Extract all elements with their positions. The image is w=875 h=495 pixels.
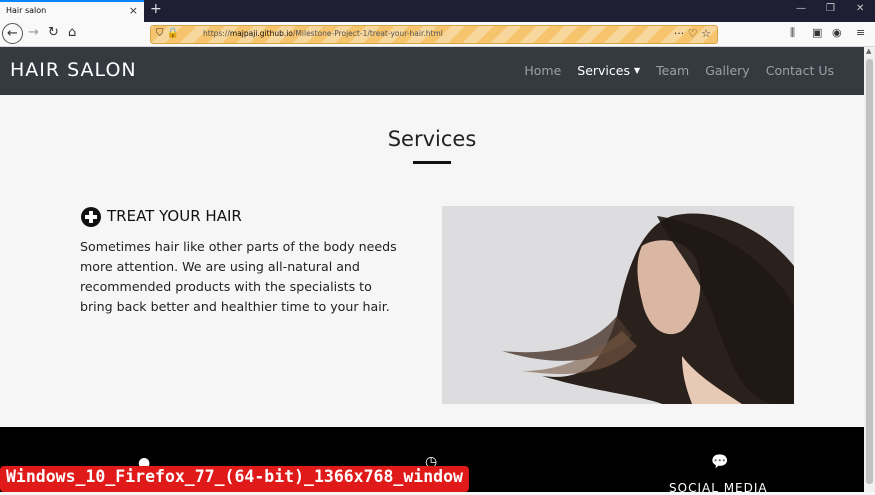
menu-icon[interactable]: ≡ [856, 26, 865, 39]
site-navbar: HAIR SALON Home Services ▼ Team Gallery C… [0, 47, 864, 95]
home-icon[interactable]: ⌂ [68, 25, 76, 40]
scrollbar-thumb[interactable] [866, 59, 873, 484]
new-tab-button[interactable]: + [150, 1, 162, 17]
menu-item-contact[interactable]: Contact Us [766, 63, 834, 78]
caret-down-icon: ▼ [633, 66, 641, 75]
shield-lock-icon[interactable]: ⛉ 🔒 [156, 28, 179, 39]
main-menu: Home Services ▼ Team Gallery Contact Us [508, 63, 834, 78]
chat-bubbles-icon: 💬 [711, 454, 729, 470]
title-underline [413, 161, 451, 164]
site-brand[interactable]: HAIR SALON [10, 59, 137, 81]
library-icon[interactable]: ⫼ [790, 26, 795, 40]
tab-title: Hair salon [6, 6, 47, 15]
menu-item-services[interactable]: Services ▼ [577, 63, 640, 78]
medical-plus-icon [81, 207, 101, 227]
browser-toolbar: ← → ↻ ⌂ ⛉ 🔒 https://majpaji.github.io/Mi… [0, 22, 875, 47]
reload-icon[interactable]: ↻ [48, 25, 59, 40]
environment-watermark: Windows_10_Firefox_77_(64-bit)_1366x768_… [0, 466, 469, 492]
service-heading: TREAT YOUR HAIR [107, 207, 242, 225]
close-window-icon[interactable]: ✕ [856, 3, 864, 14]
back-arrow-icon[interactable]: ← [2, 23, 23, 44]
menu-item-team[interactable]: Team [656, 63, 689, 78]
social-media-heading: SOCIAL MEDIA [669, 481, 768, 495]
restore-icon[interactable]: ❐ [826, 3, 835, 14]
url-text[interactable]: https://majpaji.github.io/Milestone-Proj… [203, 29, 443, 38]
hair-photo [442, 206, 794, 404]
menu-item-gallery[interactable]: Gallery [705, 63, 750, 78]
browser-tab-strip: Hair salon × + — ❐ ✕ [0, 0, 875, 22]
address-bar[interactable]: ⛉ 🔒 https://majpaji.github.io/Milestone-… [150, 25, 718, 44]
browser-tab[interactable]: Hair salon × [0, 0, 144, 22]
menu-item-home[interactable]: Home [524, 63, 561, 78]
tab-close-icon[interactable]: × [129, 4, 138, 17]
section-title: Services [387, 127, 477, 151]
minimize-icon[interactable]: — [796, 3, 806, 14]
page-actions-icon[interactable]: ··· ♡ ☆ [674, 27, 711, 40]
forward-arrow-icon[interactable]: → [28, 25, 39, 40]
sidebar-icon[interactable]: ▣ [812, 26, 822, 39]
services-section: Services TREAT YOUR HAIR Sometimes hair … [0, 95, 864, 427]
account-icon[interactable]: ◉ [832, 26, 842, 39]
service-description: Sometimes hair like other parts of the b… [80, 239, 397, 314]
scroll-up-icon[interactable]: ▲ [866, 47, 871, 55]
page-scrollbar[interactable]: ▲ [864, 47, 875, 492]
